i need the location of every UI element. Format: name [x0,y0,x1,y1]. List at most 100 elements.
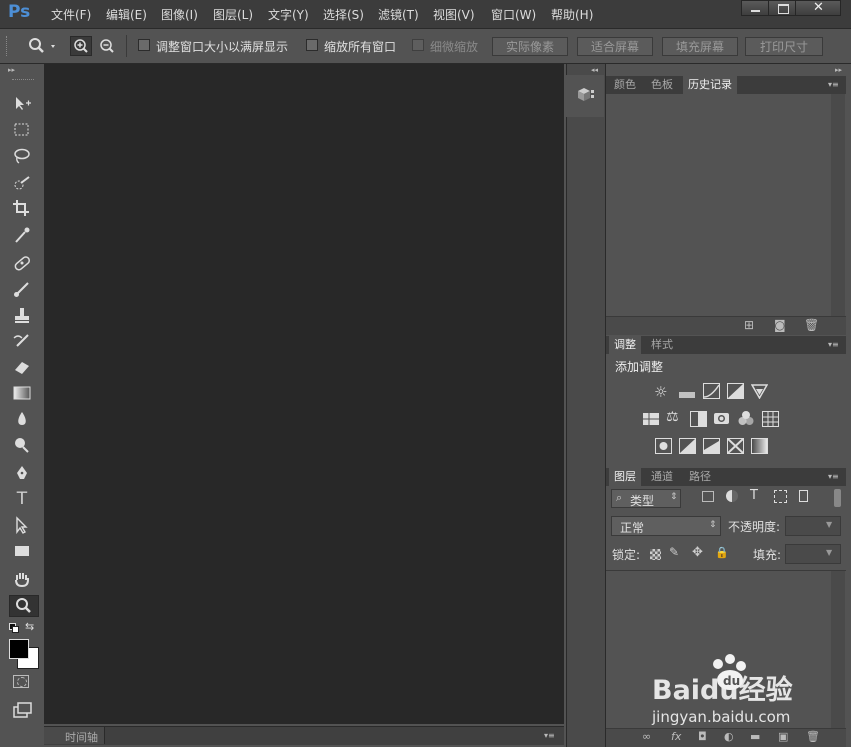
timeline-menu-icon[interactable]: ▾≡ [544,731,555,740]
tab-layers[interactable]: 图层 [609,468,641,486]
black-white-icon[interactable] [690,411,707,430]
document-canvas[interactable] [44,64,564,724]
new-group-icon[interactable]: ▬ [750,730,760,743]
levels-icon[interactable] [679,384,695,398]
menu-edit[interactable]: 编辑(E) [106,6,147,23]
fit-screen-button[interactable]: 适合屏幕 [577,37,653,56]
rectangle-tool-icon[interactable] [10,540,34,562]
chevron-down-icon[interactable]: ▼ [826,520,832,529]
adjustments-panel-menu-icon[interactable]: ▾≡ [828,340,839,349]
menu-select[interactable]: 选择(S) [323,6,364,23]
pen-tool-icon[interactable] [10,462,34,484]
new-document-from-state-icon[interactable]: ⊞ [744,318,754,332]
chevron-down-icon[interactable]: ▼ [826,548,832,557]
selective-color-icon[interactable] [727,438,744,457]
fill-screen-button[interactable]: 填充屏幕 [662,37,738,56]
zoom-out-icon[interactable] [97,37,117,58]
default-colors-icon[interactable] [9,623,19,633]
new-layer-icon[interactable]: ▣ [778,730,788,743]
blur-tool-icon[interactable] [10,408,34,430]
lock-pixels-icon[interactable]: ✎ [669,545,679,559]
maximize-button[interactable] [768,0,796,16]
layer-filter-select[interactable]: ⌕ 类型 ⇕ [611,489,681,508]
eraser-tool-icon[interactable] [10,356,34,378]
healing-brush-tool-icon[interactable] [10,252,34,274]
brightness-contrast-icon[interactable]: ☼ [654,383,667,401]
3d-panel-icon[interactable] [576,86,596,107]
color-balance-icon[interactable]: ⚖ [666,409,679,425]
lock-position-icon[interactable]: ✥ [692,545,703,560]
trash-icon[interactable]: 🗑 [804,318,819,332]
type-tool-icon[interactable]: T [10,488,34,510]
invert-icon[interactable] [655,438,672,457]
shape-layer-filter-icon[interactable] [774,490,787,503]
path-selection-tool-icon[interactable] [10,514,34,536]
toolbox-collapse-icon[interactable]: ▸▸ [8,66,15,74]
new-adjustment-icon[interactable]: ◐ [724,730,734,743]
history-panel-menu-icon[interactable]: ▾≡ [828,80,839,89]
layers-scrollbar[interactable] [831,571,845,728]
tab-channels[interactable]: 通道 [646,468,678,486]
crop-tool-icon[interactable] [10,197,34,219]
quick-mask-icon[interactable] [13,675,29,688]
move-tool-icon[interactable] [10,92,34,114]
fx-icon[interactable]: fx [671,730,681,743]
menu-view[interactable]: 视图(V) [433,6,475,23]
history-list[interactable] [606,94,846,316]
pixel-layer-filter-icon[interactable] [702,491,714,502]
panels-collapse-icon[interactable]: ▸▸ [835,66,842,74]
lock-transparent-icon[interactable] [650,549,661,560]
exposure-icon[interactable] [727,383,744,402]
zoom-in-icon[interactable] [70,36,92,56]
brush-tool-icon[interactable] [10,278,34,300]
tab-color[interactable]: 颜色 [609,76,641,94]
menu-type[interactable]: 文字(Y) [268,6,309,23]
vibrance-icon[interactable] [750,383,769,402]
menu-window[interactable]: 窗口(W) [491,6,536,23]
dock-collapse-icon[interactable]: ◂◂ [591,66,598,74]
eyedropper-tool-icon[interactable] [10,224,34,246]
adjustment-layer-filter-icon[interactable] [726,490,738,502]
zoom-preset-icon[interactable] [26,36,60,59]
hand-tool-icon[interactable] [10,568,34,590]
layers-panel-menu-icon[interactable]: ▾≡ [828,472,839,481]
photo-filter-icon[interactable] [713,410,731,429]
screen-mode-icon[interactable] [13,702,33,721]
lasso-tool-icon[interactable] [10,145,34,167]
smart-object-filter-icon[interactable] [799,490,808,502]
toolbox-grip[interactable] [12,79,34,82]
layer-mask-icon[interactable]: ◘ [698,730,707,743]
clone-stamp-tool-icon[interactable] [10,304,34,326]
actual-pixels-button[interactable]: 实际像素 [492,37,568,56]
tab-adjustments[interactable]: 调整 [609,336,641,354]
history-brush-tool-icon[interactable] [10,330,34,352]
timeline-tab[interactable]: 时间轴 [44,727,105,744]
menu-help[interactable]: 帮助(H) [551,6,593,23]
filter-toggle-switch[interactable] [834,489,841,507]
tab-history[interactable]: 历史记录 [683,76,737,94]
menu-filter[interactable]: 滤镜(T) [378,6,419,23]
tab-styles[interactable]: 样式 [646,336,678,354]
dodge-tool-icon[interactable] [10,434,34,456]
camera-icon[interactable]: ◙ [774,318,786,332]
zoom-all-checkbox[interactable] [306,39,318,51]
history-scrollbar[interactable] [831,94,845,316]
scrubby-zoom-checkbox[interactable] [412,39,424,51]
posterize-icon[interactable] [679,438,696,457]
fill-field[interactable]: ▼ [785,544,841,564]
menu-file[interactable]: 文件(F) [51,6,91,23]
menu-image[interactable]: 图像(I) [161,6,198,23]
channel-mixer-icon[interactable] [737,410,755,429]
quick-selection-tool-icon[interactable] [10,172,34,194]
options-grip[interactable] [6,36,9,56]
minimize-button[interactable] [741,0,769,16]
menu-layer[interactable]: 图层(L) [213,6,253,23]
foreground-color-swatch[interactable] [9,639,29,659]
trash-icon[interactable]: 🗑 [806,730,820,743]
blend-mode-select[interactable]: 正常 ⇕ [611,516,721,536]
resize-windows-checkbox[interactable] [138,39,150,51]
marquee-tool-icon[interactable] [10,119,34,141]
gradient-map-icon[interactable] [751,438,768,457]
zoom-tool-icon[interactable] [9,595,39,617]
type-layer-filter-icon[interactable]: T [750,488,758,503]
